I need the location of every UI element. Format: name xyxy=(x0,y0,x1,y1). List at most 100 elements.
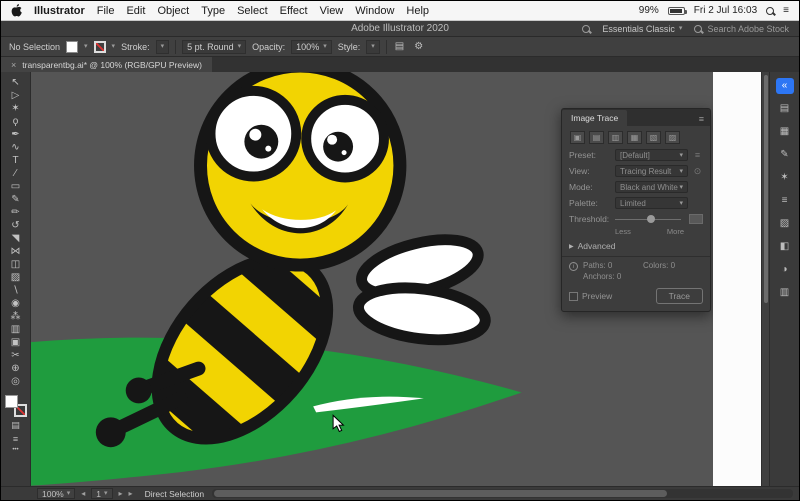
tool-rotate[interactable]: ↺ xyxy=(5,219,27,232)
tool-column-graph[interactable]: ▥ xyxy=(5,323,27,336)
chevron-down-icon[interactable]: ▾ xyxy=(112,43,116,50)
trace-button[interactable]: Trace xyxy=(655,288,703,304)
menu-file[interactable]: File xyxy=(97,5,115,17)
tool-shape-builder[interactable]: ◫ xyxy=(5,258,27,271)
trace-preset-low-color[interactable]: ▥ xyxy=(608,131,623,144)
tool-blend[interactable]: ◉ xyxy=(5,297,27,310)
gradient-panel-icon[interactable]: ▨ xyxy=(776,216,794,232)
menu-edit[interactable]: Edit xyxy=(126,5,145,17)
transparency-panel-icon[interactable]: ◧ xyxy=(776,239,794,255)
trace-preset-outline[interactable]: ▨ xyxy=(665,131,680,144)
tool-artboard[interactable]: ▣ xyxy=(5,336,27,349)
toolbar-more-icon[interactable]: ••• xyxy=(12,447,18,453)
menu-window[interactable]: Window xyxy=(355,5,394,17)
brush-definition-select[interactable]: 5 pt. Round ▾ xyxy=(182,39,247,54)
menu-type[interactable]: Type xyxy=(201,5,225,17)
menubar-clock[interactable]: Fri 2 Jul 16:03 xyxy=(694,5,757,16)
brushes-panel-icon[interactable]: ✎ xyxy=(776,147,794,163)
tool-magic-wand[interactable]: ✶ xyxy=(5,102,27,115)
palette-select[interactable]: Limited ▾ xyxy=(615,197,688,209)
tool-pen[interactable]: ✒ xyxy=(5,128,27,141)
advanced-disclosure[interactable]: ▶ Advanced xyxy=(562,238,710,254)
menu-help[interactable]: Help xyxy=(406,5,429,17)
threshold-value-box[interactable] xyxy=(689,214,703,224)
tool-hand[interactable]: ⊕ xyxy=(5,362,27,375)
vertical-scrollbar[interactable] xyxy=(761,72,769,486)
control-center-icon[interactable]: ≡ xyxy=(783,5,789,16)
menu-select[interactable]: Select xyxy=(237,5,268,17)
spotlight-search-icon[interactable] xyxy=(766,6,775,15)
preset-options-icon[interactable]: ≡ xyxy=(692,150,703,160)
tool-width[interactable]: ⋈ xyxy=(5,245,27,258)
threshold-slider[interactable] xyxy=(615,213,685,225)
next-artboard-button[interactable]: ▸ xyxy=(119,489,123,498)
tool-paintbrush[interactable]: ✎ xyxy=(5,193,27,206)
swatches-panel-icon[interactable]: ▦ xyxy=(776,124,794,140)
appearance-panel-icon[interactable]: ◑ xyxy=(776,262,794,278)
horizontal-scrollbar[interactable] xyxy=(212,489,793,498)
tool-zoom[interactable]: ◎ xyxy=(5,375,27,388)
horizontal-scrollbar-thumb[interactable] xyxy=(214,490,668,497)
tool-symbol-sprayer[interactable]: ⁂ xyxy=(5,310,27,323)
menubar-app-name[interactable]: Illustrator xyxy=(34,5,85,17)
app-search-icon[interactable] xyxy=(582,24,591,33)
zoom-select[interactable]: 100% ▾ xyxy=(37,488,76,499)
apple-menu-icon[interactable] xyxy=(11,4,22,17)
battery-icon[interactable] xyxy=(667,6,687,15)
tool-type[interactable]: T xyxy=(5,154,27,167)
prev-artboard-button[interactable]: ◂ xyxy=(81,489,85,498)
document-tab[interactable]: × transparentbg.ai* @ 100% (RGB/GPU Prev… xyxy=(1,57,212,72)
tool-slice[interactable]: ✂ xyxy=(5,349,27,362)
collapse-panels-icon[interactable]: « xyxy=(775,78,794,94)
trace-preset-grayscale[interactable]: ▦ xyxy=(627,131,642,144)
vertical-scrollbar-thumb[interactable] xyxy=(764,75,768,303)
preset-select[interactable]: [Default] ▾ xyxy=(615,149,688,161)
tool-pencil[interactable]: ✏ xyxy=(5,206,27,219)
layers-panel-icon[interactable]: ▥ xyxy=(776,285,794,301)
fill-swatch[interactable] xyxy=(4,395,18,408)
tool-lasso[interactable]: ϙ xyxy=(5,115,27,128)
last-artboard-button[interactable]: ▸ xyxy=(129,489,133,498)
menu-object[interactable]: Object xyxy=(157,5,189,17)
menu-view[interactable]: View xyxy=(320,5,344,17)
tool-line-segment[interactable]: ∕ xyxy=(5,167,27,180)
tab-image-trace[interactable]: Image Trace xyxy=(562,110,628,126)
trace-preset-black-and-white[interactable]: ▧ xyxy=(646,131,661,144)
trace-preset-auto-color[interactable]: ▣ xyxy=(570,131,585,144)
tool-eyedropper[interactable]: ∖ xyxy=(5,284,27,297)
screen-mode-icon[interactable]: ≡ xyxy=(13,434,18,444)
color-panel-icon[interactable]: ▤ xyxy=(776,101,794,117)
stroke-panel-icon[interactable]: ≡ xyxy=(776,193,794,209)
document-setup-icon[interactable]: ▤ xyxy=(393,41,406,52)
threshold-slider-knob[interactable] xyxy=(647,215,656,223)
draw-mode-icon[interactable]: ▤ xyxy=(11,420,20,431)
bee-head[interactable] xyxy=(194,72,407,272)
preview-checkbox[interactable]: Preview xyxy=(569,291,612,301)
panel-menu-icon[interactable]: ≡ xyxy=(693,114,710,126)
symbols-panel-icon[interactable]: ✶ xyxy=(776,170,794,186)
tool-direct-selection[interactable]: ▷ xyxy=(5,89,27,102)
tool-scale[interactable]: ◥ xyxy=(5,232,27,245)
artboard-select[interactable]: 1 ▾ xyxy=(91,488,113,499)
stroke-color-swatch[interactable] xyxy=(93,40,106,53)
stroke-weight-select[interactable]: ▾ xyxy=(155,39,170,54)
tool-selection[interactable]: ↖ xyxy=(5,76,27,89)
close-tab-icon[interactable]: × xyxy=(11,60,16,70)
workspace-switcher[interactable]: Essentials Classic ▾ xyxy=(602,24,682,34)
eye-icon[interactable]: ⊙ xyxy=(692,166,703,177)
tool-gradient[interactable]: ▨ xyxy=(5,271,27,284)
view-select[interactable]: Tracing Result ▾ xyxy=(615,165,688,177)
chevron-down-icon[interactable]: ▾ xyxy=(84,43,88,50)
mode-select[interactable]: Black and White ▾ xyxy=(615,181,688,193)
tool-curvature[interactable]: ∿ xyxy=(5,141,27,154)
opacity-select[interactable]: 100% ▾ xyxy=(291,39,332,54)
fill-color-swatch[interactable] xyxy=(66,40,79,53)
preferences-icon[interactable]: ⚙ xyxy=(412,41,425,52)
battery-percent[interactable]: 99% xyxy=(639,5,659,16)
style-select[interactable]: ▾ xyxy=(366,39,380,54)
bee-wings[interactable] xyxy=(352,229,491,346)
menu-effect[interactable]: Effect xyxy=(280,5,308,17)
stock-search-field[interactable]: Search Adobe Stock xyxy=(694,24,789,34)
tool-rectangle[interactable]: ▭ xyxy=(5,180,27,193)
canvas[interactable]: Image Trace ≡ ▣ ▤ ▥ ▦ ▧ ▨ Preset: [Default] ▾… xyxy=(31,72,713,486)
